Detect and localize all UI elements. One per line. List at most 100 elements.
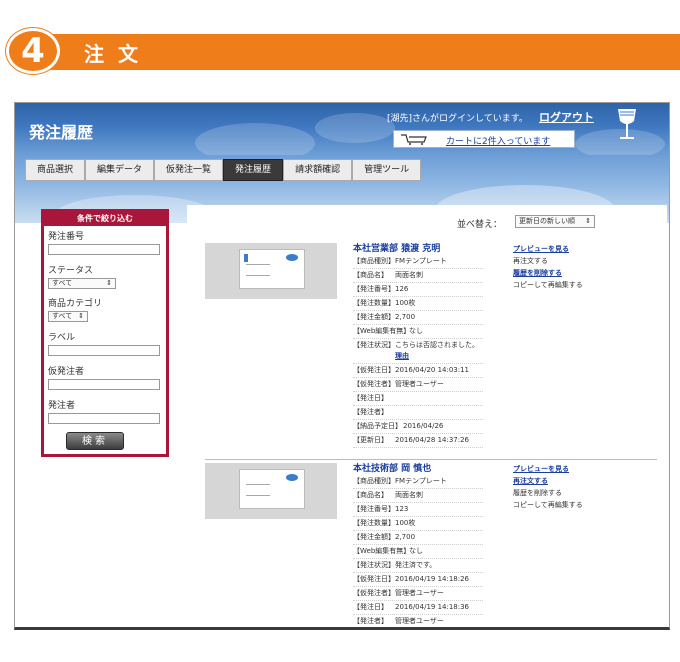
category-select-value: すべて	[52, 312, 73, 320]
select-arrow-icon: ⇕	[78, 312, 84, 320]
field-label: 【発注日】	[353, 603, 388, 611]
step-header: 4 注文	[0, 28, 680, 74]
field-value: 2016/04/20 14:03:11	[395, 366, 470, 374]
nav-item-provisional-orders[interactable]: 仮発注一覧	[154, 159, 224, 181]
order-actions: プレビューを見る 再注文する 履歴を削除する コピーして再編集する	[513, 463, 633, 511]
field-value: 管理者ユーザー	[395, 617, 444, 625]
field-value: 2016/04/28 14:37:26	[395, 436, 470, 444]
order-thumbnail[interactable]	[205, 463, 337, 519]
status-select[interactable]: すべて ⇕	[48, 278, 116, 289]
field-value: こちらは否認されました。	[395, 341, 479, 349]
field-value: 100枚	[395, 519, 416, 527]
field-value: 管理者ユーザー	[395, 589, 444, 597]
status-select-value: すべて	[52, 279, 73, 287]
category-label: 商品カテゴリ	[48, 299, 103, 309]
page-title: 発注履歴	[29, 123, 94, 142]
app-window: 発注履歴 [湖先]さんがログインしています。 ログアウト カートに2件入っていま…	[14, 102, 670, 630]
nav-item-edit-data[interactable]: 編集データ	[85, 159, 155, 181]
sort-select-value: 更新日の新しい順	[519, 217, 575, 225]
nav-item-admin-tools[interactable]: 管理ツール	[352, 159, 422, 181]
filter-panel: 条件で絞り込む 発注番号 ステータス すべて ⇕ 商品カテゴリ すべて ⇕ ラベ…	[41, 209, 169, 457]
sort-select[interactable]: 更新日の新しい順 ⇕	[515, 215, 595, 228]
business-card-preview	[239, 469, 305, 509]
field-label: 【納品予定日】	[353, 422, 402, 430]
main-nav: 商品選択 編集データ 仮発注一覧 発注履歴 請求額確認 管理ツール	[25, 159, 422, 183]
app-header: 発注履歴 [湖先]さんがログインしています。 ログアウト カートに2件入っていま…	[15, 103, 669, 163]
field-label: 【商品名】	[353, 491, 388, 499]
glass-icon	[615, 107, 639, 143]
field-value: 管理者ユーザー	[395, 380, 444, 388]
field-label: 【発注数量】	[353, 299, 395, 307]
field-label: 【発注番号】	[353, 285, 395, 293]
copy-edit-link: コピーして再編集する	[513, 281, 583, 289]
cart-status[interactable]: カートに2件入っています	[393, 130, 575, 148]
select-arrow-icon: ⇕	[585, 217, 591, 225]
step-number-badge: 4	[6, 28, 60, 74]
nav-item-order-history[interactable]: 発注履歴	[223, 159, 284, 181]
order-details: 本社技術部 岡 慎也 【商品種別】 FMテンプレート 【商品名】 両面名刺 【発注番…	[353, 463, 483, 627]
search-button[interactable]: 検索	[66, 432, 124, 450]
nav-item-product-select[interactable]: 商品選択	[25, 159, 86, 181]
field-value: 2,700	[395, 533, 416, 541]
field-value: 両面名刺	[395, 271, 423, 279]
field-label: 【商品種別】	[353, 257, 395, 265]
order-number-label: 発注番号	[48, 232, 85, 242]
order-thumbnail[interactable]	[205, 243, 337, 299]
order-details: 本社営業部 猿渡 克明 【商品種別】 FMテンプレート 【商品名】 両面名刺 【発注…	[353, 243, 483, 448]
field-label: 【仮発注日】	[353, 575, 395, 583]
field-value: 2,700	[395, 313, 416, 321]
business-card-preview	[239, 249, 305, 289]
field-label: 【発注金額】	[353, 533, 395, 541]
order-actions: プレビューを見る 再注文する 履歴を削除する コピーして再編集する	[513, 243, 633, 291]
preview-link[interactable]: プレビューを見る	[513, 243, 633, 255]
order-title: 本社営業部 猿渡 克明	[353, 244, 441, 254]
field-label: 【発注日】	[353, 394, 388, 402]
order-number-input[interactable]	[48, 244, 160, 255]
field-value: 発注済です。	[395, 561, 437, 569]
field-value: なし	[409, 547, 423, 555]
field-value: 2016/04/26	[403, 422, 444, 430]
field-label: 【発注状況】	[353, 341, 395, 349]
nav-item-billing[interactable]: 請求額確認	[283, 159, 353, 181]
order-title: 本社技術部 岡 慎也	[353, 464, 432, 474]
category-select[interactable]: すべて ⇕	[48, 311, 88, 322]
label-input[interactable]	[48, 345, 160, 356]
delete-history-link[interactable]: 履歴を削除する	[513, 267, 633, 279]
status-label: ステータス	[48, 266, 94, 276]
sort-label: 並べ替え：	[457, 220, 503, 230]
field-value: 2016/04/19 14:18:36	[395, 603, 470, 611]
field-label: 【発注状況】	[353, 561, 395, 569]
field-value: FMテンプレート	[395, 477, 447, 485]
field-label: 【Web編集有無】	[353, 327, 411, 335]
field-label: 【発注者】	[353, 617, 388, 625]
field-label: 【仮発注者】	[353, 380, 395, 388]
preview-link[interactable]: プレビューを見る	[513, 463, 633, 475]
field-value: 100枚	[395, 299, 416, 307]
cart-link[interactable]: カートに2件入っています	[446, 134, 550, 147]
field-label: 【商品名】	[353, 271, 388, 279]
login-status: [湖先]さんがログインしています。	[387, 114, 528, 124]
provisional-orderer-label: 仮発注者	[48, 367, 85, 377]
field-label: 【商品種別】	[353, 477, 395, 485]
delete-history-link: 履歴を削除する	[513, 489, 562, 497]
filter-heading: 条件で絞り込む	[44, 212, 166, 226]
select-arrow-icon: ⇕	[106, 279, 112, 287]
field-value: 126	[395, 285, 409, 293]
reason-link[interactable]: 理由	[395, 352, 409, 360]
field-value: 両面名刺	[395, 491, 423, 499]
field-value: なし	[409, 327, 423, 335]
field-label: 【発注者】	[353, 408, 388, 416]
field-label: 【更新日】	[353, 436, 388, 444]
field-value	[395, 393, 483, 404]
step-title: 注文	[84, 42, 152, 66]
field-label: 【発注数量】	[353, 519, 395, 527]
order-separator	[205, 459, 657, 460]
provisional-orderer-input[interactable]	[48, 379, 160, 390]
orderer-input[interactable]	[48, 413, 160, 424]
copy-edit-link: コピーして再編集する	[513, 501, 583, 509]
order-history-panel: 並べ替え： 更新日の新しい順 ⇕ 本社営業部 猿渡 克明 【商品種別】 FMテンプ…	[187, 205, 667, 627]
logout-link[interactable]: ログアウト	[539, 109, 594, 125]
field-value: 2016/04/19 14:18:26	[395, 575, 470, 583]
field-label: 【仮発注日】	[353, 366, 395, 374]
reorder-link[interactable]: 再注文する	[513, 475, 633, 487]
